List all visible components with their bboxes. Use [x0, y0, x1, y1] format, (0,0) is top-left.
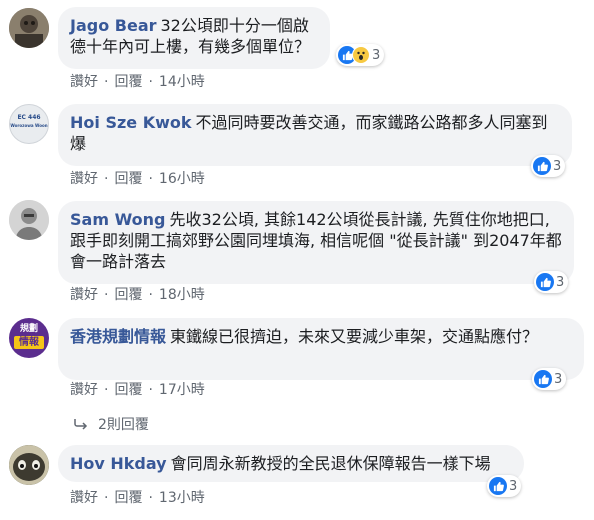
comment-actions: 讚好 · 回覆 · 18小時	[70, 284, 205, 304]
like-link[interactable]: 讚好	[70, 171, 98, 187]
like-icon	[536, 273, 554, 291]
separator: ·	[104, 490, 109, 506]
commenter-name[interactable]: Hov Hkday	[70, 454, 167, 473]
avatar[interactable]	[9, 445, 49, 485]
reply-link[interactable]: 回覆	[114, 490, 142, 506]
like-link[interactable]: 讚好	[70, 287, 98, 303]
separator: ·	[104, 171, 109, 187]
commenter-name[interactable]: Sam Wong	[70, 210, 165, 229]
like-link[interactable]: 讚好	[70, 74, 98, 90]
commenter-name[interactable]: Jago Bear	[70, 16, 157, 35]
like-link[interactable]: 讚好	[70, 382, 98, 398]
reaction-count[interactable]: 3	[532, 368, 567, 390]
timestamp[interactable]: 14小時	[159, 74, 205, 90]
reaction-number: 3	[372, 47, 381, 63]
like-link[interactable]: 讚好	[70, 490, 98, 506]
comment-actions: 讚好 · 回覆 · 17小時	[70, 379, 205, 399]
comment-actions: 讚好 · 回覆 · 14小時	[70, 71, 205, 91]
reaction-number: 3	[554, 371, 563, 387]
reaction-number: 3	[509, 478, 518, 494]
comment-bubble: 香港規劃情報 東鐵線已很擠迫，未來又要減少車架，交通點應付？	[58, 318, 584, 380]
view-replies-link[interactable]: 2則回覆	[74, 414, 149, 434]
comment-bubble: Jago Bear 32公頃即十分一個啟德十年內可上樓，有幾多個單位？	[58, 7, 330, 69]
timestamp[interactable]: 13小時	[159, 490, 205, 506]
avatar-logo-text: EC 446 Worozowa Woon	[10, 114, 48, 128]
separator: ·	[148, 287, 153, 303]
comment-text: 東鐵線已很擠迫，未來又要減少車架，交通點應付？	[170, 327, 539, 346]
separator: ·	[104, 287, 109, 303]
separator: ·	[148, 490, 153, 506]
avatar-logo-text: 規劃 情報	[9, 324, 49, 349]
reply-link[interactable]: 回覆	[114, 171, 142, 187]
replies-count[interactable]: 2則回覆	[98, 417, 149, 433]
reaction-count[interactable]: 3	[531, 155, 566, 177]
comment-text: 會同周永新教授的全民退休保障報告一樣下場	[170, 454, 491, 473]
separator: ·	[104, 382, 109, 398]
reply-link[interactable]: 回覆	[114, 287, 142, 303]
reaction-count[interactable]: 3	[534, 271, 569, 293]
comment-bubble: Sam Wong 先收32公頃, 其餘142公頃從長計議, 先質住你地把口, 跟手…	[58, 201, 574, 284]
comment-actions: 讚好 · 回覆 · 16小時	[70, 168, 205, 188]
avatar[interactable]	[9, 200, 49, 240]
reaction-number: 3	[553, 158, 562, 174]
like-icon	[534, 370, 552, 388]
reaction-count[interactable]: 3	[336, 44, 385, 66]
like-icon	[489, 477, 507, 495]
timestamp[interactable]: 17小時	[159, 382, 205, 398]
separator: ·	[148, 382, 153, 398]
comment-actions: 讚好 · 回覆 · 13小時	[70, 487, 205, 507]
comment-bubble: Hov Hkday 會同周永新教授的全民退休保障報告一樣下場	[58, 445, 524, 482]
comment-bubble: Hoi Sze Kwok 不過同時要改善交通，而家鐵路公路都多人同塞到爆	[58, 104, 572, 166]
avatar[interactable]: 規劃 情報	[9, 318, 49, 358]
timestamp[interactable]: 16小時	[159, 171, 205, 187]
like-icon	[533, 157, 551, 175]
reaction-count[interactable]: 3	[487, 475, 522, 497]
reply-link[interactable]: 回覆	[114, 382, 142, 398]
avatar[interactable]	[9, 8, 49, 48]
separator: ·	[148, 171, 153, 187]
reaction-number: 3	[556, 274, 565, 290]
commenter-name[interactable]: 香港規劃情報	[70, 327, 166, 346]
timestamp[interactable]: 18小時	[159, 287, 205, 303]
reply-arrow-icon	[74, 417, 98, 433]
wow-icon	[352, 46, 370, 64]
separator: ·	[104, 74, 109, 90]
commenter-name[interactable]: Hoi Sze Kwok	[70, 113, 192, 132]
separator: ·	[148, 74, 153, 90]
avatar[interactable]: EC 446 Worozowa Woon	[9, 104, 49, 144]
reply-link[interactable]: 回覆	[114, 74, 142, 90]
